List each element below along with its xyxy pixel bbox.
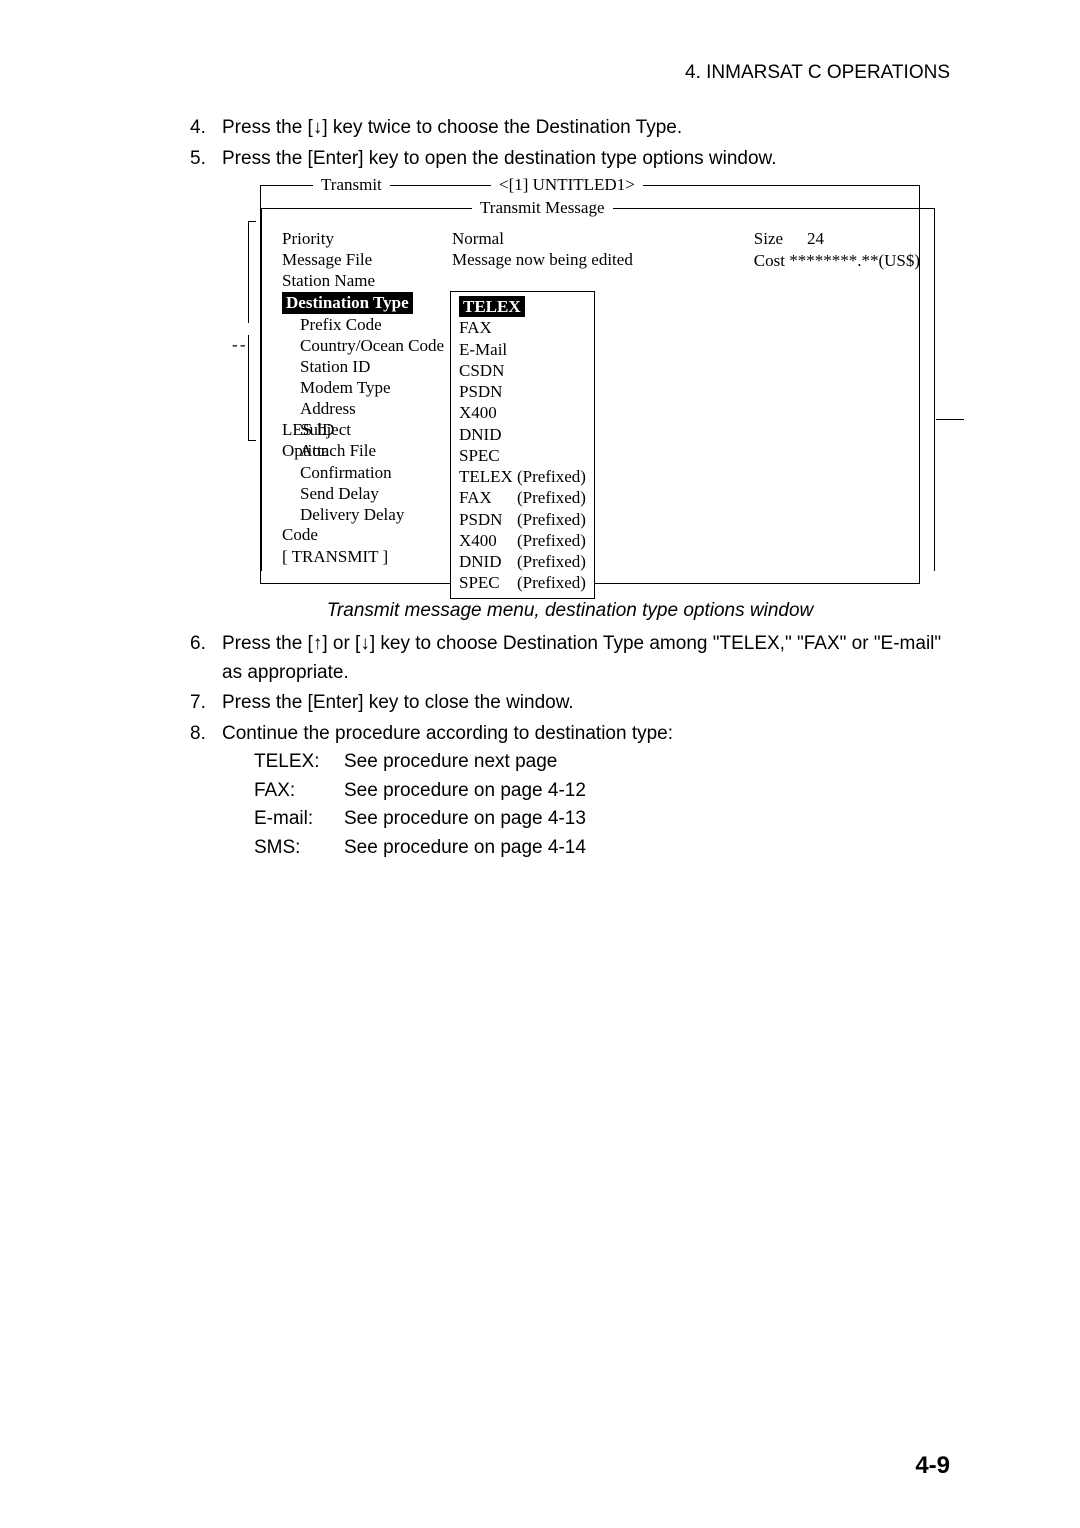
step-text: Press the [Enter] key to close the windo… <box>222 689 950 718</box>
proc-telex: TELEX:See procedure next page <box>254 748 950 777</box>
step-text: Press the [↑] or [↓] key to choose Desti… <box>222 630 950 687</box>
bracket-gap <box>246 323 258 335</box>
priority-value: Normal <box>452 229 920 249</box>
modem-type-label: Modem Type <box>282 378 452 398</box>
dropdown-item-psdn-p[interactable]: PSDN(Prefixed) <box>459 509 586 530</box>
panel-title-message: Transmit Message <box>472 198 613 218</box>
dropdown-item-spec[interactable]: SPEC <box>459 445 586 466</box>
dropdown-item-x400[interactable]: X400 <box>459 402 586 423</box>
right-connector-line <box>936 419 964 420</box>
station-name-label: Station Name <box>282 271 452 291</box>
send-delay-label: Send Delay <box>282 483 452 504</box>
step-5: 5. Press the [Enter] key to open the des… <box>190 145 950 174</box>
dropdown-item-fax-p[interactable]: FAX(Prefixed) <box>459 487 586 508</box>
step-list-bottom: 6. Press the [↑] or [↓] key to choose De… <box>190 630 950 862</box>
step-list-top: 4. Press the [↓] key twice to choose the… <box>190 114 950 173</box>
section-header: 4. INMARSAT C OPERATIONS <box>190 62 950 84</box>
dropdown-item-fax[interactable]: FAX <box>459 317 586 338</box>
figure-caption: Transmit message menu, destination type … <box>190 600 950 622</box>
page-number: 4-9 <box>915 1452 950 1480</box>
panel-title-transmit: Transmit <box>313 175 390 195</box>
step-num: 5. <box>190 145 222 174</box>
transmit-panel: Transmit <[1] UNTITLED1> Transmit Messag… <box>260 185 920 584</box>
station-name-value <box>452 271 920 291</box>
transmit-menu-diagram: - - Transmit <[1] UNTITLED1> Transmit Me… <box>260 185 920 584</box>
proc-fax: FAX:See procedure on page 4-12 <box>254 777 950 806</box>
step-4: 4. Press the [↓] key twice to choose the… <box>190 114 950 143</box>
country-code-label: Country/Ocean Code <box>282 336 452 356</box>
dropdown-item-email[interactable]: E-Mail <box>459 339 586 360</box>
dropdown-item-telex[interactable]: TELEX <box>459 296 586 317</box>
step-8: 8. Continue the procedure according to d… <box>190 720 950 863</box>
step-text: Press the [Enter] key to open the destin… <box>222 145 950 174</box>
address-label: Address <box>282 399 452 419</box>
destination-type-label: Destination Type <box>282 292 452 314</box>
dropdown-item-x400-p[interactable]: X400(Prefixed) <box>459 530 586 551</box>
step-text: Press the [↓] key twice to choose the De… <box>222 114 950 143</box>
step-num: 6. <box>190 630 222 687</box>
procedure-table: TELEX:See procedure next page FAX:See pr… <box>254 748 950 862</box>
dropdown-item-psdn[interactable]: PSDN <box>459 381 586 402</box>
dropdown-item-dnid-p[interactable]: DNID(Prefixed) <box>459 551 586 572</box>
dropdown-item-csdn[interactable]: CSDN <box>459 360 586 381</box>
option-label: Option <box>282 440 452 461</box>
code-label: Code <box>282 525 452 545</box>
step-num: 4. <box>190 114 222 143</box>
message-file-value: Message now being edited <box>452 250 920 270</box>
message-file-label: Message File <box>282 250 452 270</box>
proc-sms: SMS:See procedure on page 4-14 <box>254 834 950 863</box>
destination-type-dropdown[interactable]: TELEX FAX E-Mail CSDN PSDN X400 DNID SPE… <box>450 291 595 599</box>
confirmation-label: Confirmation <box>282 462 452 483</box>
les-id-label: LES ID <box>282 419 452 440</box>
step-7: 7. Press the [Enter] key to close the wi… <box>190 689 950 718</box>
lower-fields: LES ID Option Confirmation Send Delay De… <box>282 419 478 567</box>
step-num: 8. <box>190 720 222 863</box>
bracket-dash: - - <box>232 335 245 355</box>
dropdown-item-dnid[interactable]: DNID <box>459 424 586 445</box>
transmit-button[interactable]: [ TRANSMIT ] <box>282 547 478 567</box>
station-id-label: Station ID <box>282 357 452 377</box>
step-text: Continue the procedure according to dest… <box>222 720 950 863</box>
dropdown-item-spec-p[interactable]: SPEC(Prefixed) <box>459 572 586 593</box>
step-num: 7. <box>190 689 222 718</box>
delivery-delay-label: Delivery Delay <box>282 504 452 525</box>
dropdown-item-telex-p[interactable]: TELEX(Prefixed) <box>459 466 586 487</box>
proc-email: E-mail:See procedure on page 4-13 <box>254 805 950 834</box>
prefix-code-label: Prefix Code <box>282 315 452 335</box>
step-6: 6. Press the [↑] or [↓] key to choose De… <box>190 630 950 687</box>
panel-title-untitled: <[1] UNTITLED1> <box>491 175 643 195</box>
priority-label: Priority <box>282 229 452 249</box>
transmit-message-panel: Transmit Message Size 24 Cost ********.*… <box>261 208 935 571</box>
